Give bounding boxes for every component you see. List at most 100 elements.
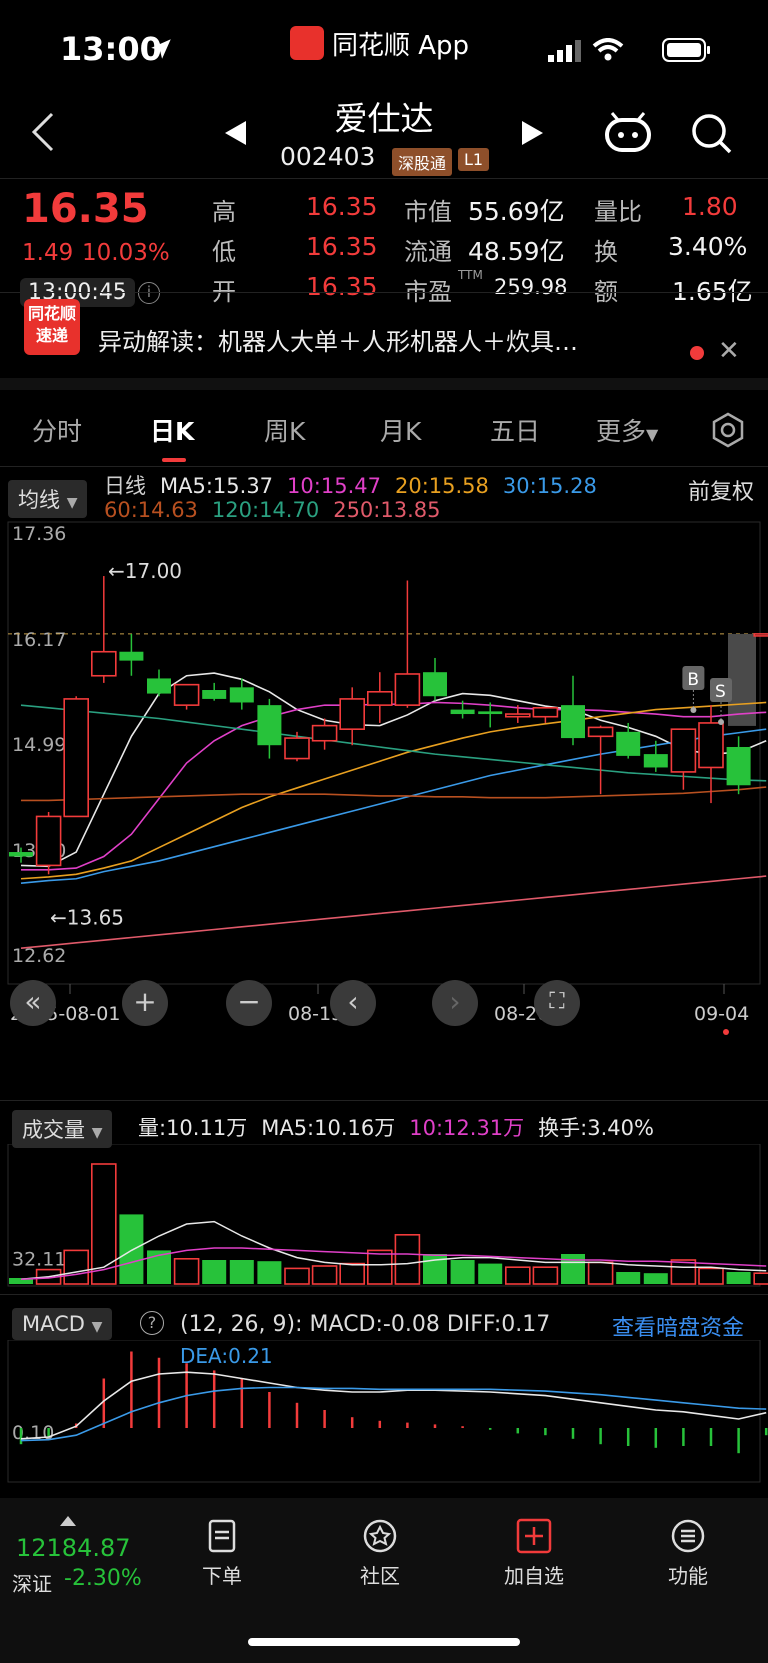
- y-axis-label: 17.36: [12, 523, 66, 545]
- quote-value: 16.35: [306, 192, 378, 221]
- tab-daily-k[interactable]: 日K: [150, 412, 194, 448]
- candle-body: [119, 651, 144, 661]
- macd-frame: [7, 1340, 761, 1483]
- index-value[interactable]: 12184.87: [16, 1534, 131, 1562]
- tab-five-day[interactable]: 五日: [490, 412, 540, 448]
- ma-line: [20, 701, 767, 880]
- volume-legend-item: 10:12.31万: [409, 1116, 525, 1140]
- stock-name: 爱仕达: [334, 99, 434, 138]
- dark-pool-link[interactable]: 查看暗盘资金: [612, 1310, 744, 1342]
- volume-bar: [504, 1266, 531, 1285]
- volume-chart[interactable]: 32.11万: [0, 1144, 768, 1288]
- trade-marker-dot: [690, 707, 697, 713]
- volume-bar: [394, 1234, 421, 1285]
- volume-bar: [229, 1260, 254, 1284]
- news-unread-dot: [690, 346, 704, 360]
- trade-marker: B: [687, 670, 699, 690]
- tab-more[interactable]: 更多▼: [596, 412, 658, 448]
- ma-line: [20, 875, 767, 949]
- candle-body: [91, 650, 117, 677]
- quote-label: 换: [594, 238, 618, 266]
- fullscreen-button[interactable]: ⛶: [534, 980, 580, 1026]
- kline-chart[interactable]: 17.3616.1714.9913.8012.62←17.00←13.65BS2…: [0, 520, 768, 1050]
- ma-legend-item: 30:15.28: [502, 474, 597, 498]
- quote-label: 流通: [404, 238, 452, 266]
- zoom-in-button[interactable]: +: [122, 980, 168, 1026]
- tab-weekly-k[interactable]: 周K: [264, 412, 305, 448]
- nav-order[interactable]: 下单: [172, 1518, 272, 1589]
- help-icon[interactable]: ?: [140, 1311, 164, 1335]
- macd-value: MACD:-0.08: [309, 1312, 440, 1337]
- candle-body: [366, 690, 393, 706]
- nav-add-watchlist[interactable]: 加自选: [484, 1518, 584, 1589]
- ma-line: [21, 701, 767, 871]
- volume-bar: [753, 1272, 768, 1285]
- candle-body: [9, 852, 33, 857]
- volume-bar: [670, 1259, 697, 1285]
- add-plus-icon: [516, 1518, 552, 1554]
- volume-legend-item: 换手:3.40%: [538, 1116, 654, 1140]
- volume-bar: [311, 1265, 338, 1285]
- price-scroll-handle: [728, 633, 756, 726]
- price-change: 1.49: [22, 240, 74, 266]
- ma-legend-item: MA5:15.37: [160, 474, 274, 498]
- zoom-out-far-button[interactable]: «: [10, 980, 56, 1026]
- volume-bar: [119, 1214, 144, 1284]
- candle-body: [63, 698, 89, 818]
- candle-body: [394, 673, 421, 706]
- macd-selector[interactable]: MACD ▼: [12, 1308, 113, 1340]
- candle-body: [478, 711, 503, 715]
- candle-body: [670, 728, 697, 773]
- quote-label: 量比: [594, 198, 642, 226]
- ma-selector[interactable]: 均线 ▼: [8, 480, 88, 518]
- scroll-right-button[interactable]: ›: [432, 980, 478, 1026]
- ma-line: [21, 786, 767, 802]
- scroll-left-button[interactable]: ‹: [330, 980, 376, 1026]
- community-star-icon: [363, 1519, 397, 1553]
- volume-selector-label: 成交量: [22, 1118, 85, 1142]
- stock-code: 002403: [280, 142, 376, 171]
- quote-label: 低: [212, 238, 236, 266]
- wifi-icon: [592, 38, 624, 66]
- zoom-out-button[interactable]: −: [226, 980, 272, 1026]
- nav-functions[interactable]: 功能: [638, 1518, 738, 1589]
- close-icon[interactable]: ✕: [718, 336, 740, 366]
- diff-value: DIFF:0.17: [446, 1312, 551, 1337]
- nav-community[interactable]: 社区: [330, 1518, 430, 1589]
- volume-legend-item: MA5:10.16万: [261, 1116, 396, 1140]
- search-icon[interactable]: [690, 112, 734, 160]
- volume-bar: [257, 1261, 282, 1284]
- robot-assistant-icon[interactable]: [604, 112, 652, 158]
- tab-timeshare[interactable]: 分时: [32, 412, 82, 448]
- quote-value: 16.35: [306, 232, 378, 261]
- volume-legend-item: 量:10.11万: [138, 1116, 248, 1140]
- adjust-mode[interactable]: 前复权: [688, 474, 754, 506]
- volume-bar: [63, 1249, 89, 1285]
- ma-legend-item: 日线: [104, 474, 146, 498]
- tag-shenguotong: 深股通: [392, 148, 453, 176]
- y-axis-label: 14.99: [12, 734, 66, 756]
- macd-params: (12, 26, 9): MACD:-0.08 DIFF:0.17: [180, 1312, 550, 1337]
- ma-row-2: 60:14.63 120:14.70 250:13.85: [104, 498, 454, 522]
- candle-body: [257, 705, 282, 746]
- location-arrow-icon: [148, 36, 174, 66]
- app-name: 同花顺 App: [332, 30, 470, 61]
- tab-monthly-k[interactable]: 月K: [380, 412, 421, 448]
- volume-bar: [726, 1272, 751, 1284]
- volume-bar: [616, 1272, 641, 1284]
- volume-selector[interactable]: 成交量 ▼: [12, 1110, 113, 1148]
- candle-body: [698, 722, 724, 769]
- candle-body: [229, 687, 254, 703]
- index-change: -2.30%: [64, 1566, 142, 1591]
- candle-body: [147, 678, 171, 694]
- quote-value: 55.69亿: [468, 197, 565, 226]
- nav-community-label: 社区: [360, 1564, 400, 1588]
- settings-hexagon-icon[interactable]: [710, 412, 746, 452]
- status-time: 13:00: [60, 30, 162, 68]
- macd-chart[interactable]: 0.10: [0, 1340, 768, 1484]
- candle-body: [587, 726, 614, 738]
- volume-bar: [643, 1273, 668, 1284]
- tab-more-label: 更多: [596, 417, 647, 446]
- ma-legend-item: 250:13.85: [333, 498, 441, 522]
- order-doc-icon: [208, 1519, 236, 1553]
